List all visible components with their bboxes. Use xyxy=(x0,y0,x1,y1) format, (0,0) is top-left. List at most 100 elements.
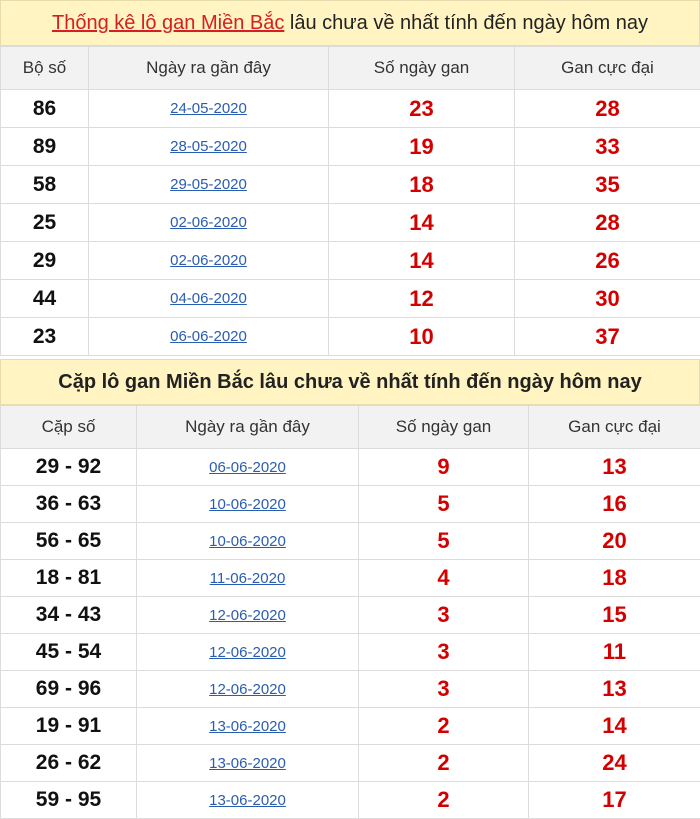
table-row: 23 06-06-2020 1037 xyxy=(1,318,700,356)
table-row: 45 - 5412-06-2020311 xyxy=(1,634,700,671)
header-bo-so: Bộ số xyxy=(1,47,89,90)
table-row: 69 - 9612-06-2020313 xyxy=(1,671,700,708)
days-cell: 4 xyxy=(359,560,529,597)
date-link[interactable]: 10-06-2020 xyxy=(137,523,359,560)
max-cell: 16 xyxy=(529,486,700,523)
table-row: 36 - 63 10-06-2020 516 xyxy=(1,486,700,523)
max-cell: 15 xyxy=(529,597,700,634)
date-link-text[interactable]: 13-06-2020 xyxy=(209,718,286,735)
max-cell: 17 xyxy=(529,782,700,819)
days-cell: 10 xyxy=(329,318,515,356)
number-cell: 25 xyxy=(1,204,89,242)
number-cell: 18 - 81 xyxy=(1,560,137,597)
date-link-text[interactable]: 10-06-2020 xyxy=(209,533,286,550)
date-link-text[interactable]: 29-05-2020 xyxy=(170,176,247,193)
number-cell: 34 - 43 xyxy=(1,597,137,634)
date-link-text[interactable]: 12-06-2020 xyxy=(209,644,286,661)
days-cell: 3 xyxy=(359,597,529,634)
days-cell: 5 xyxy=(359,486,529,523)
section1-title: Thống kê lô gan Miền Bắc lâu chưa về nhấ… xyxy=(0,0,700,46)
date-link-text[interactable]: 12-06-2020 xyxy=(209,681,286,698)
date-link[interactable]: 24-05-2020 xyxy=(89,90,329,128)
section2-title: Cặp lô gan Miền Bắc lâu chưa về nhất tín… xyxy=(0,359,700,405)
table-row: 2502-06-20201428 xyxy=(1,204,700,242)
date-link[interactable]: 12-06-2020 xyxy=(137,671,359,708)
cap-lo-gan-table: Cặp số Ngày ra gần đây Số ngày gan Gan c… xyxy=(0,405,700,819)
number-cell: 23 xyxy=(1,318,89,356)
table-row: 44 04-06-2020 1230 xyxy=(1,280,700,318)
date-link-text[interactable]: 04-06-2020 xyxy=(170,290,247,307)
date-link[interactable]: 13-06-2020 xyxy=(137,745,359,782)
header-ngay-ra: Ngày ra gần đây xyxy=(89,47,329,90)
max-cell: 18 xyxy=(529,560,700,597)
header-ngay-ra-2: Ngày ra gần đây xyxy=(137,406,359,449)
date-link-text[interactable]: 28-05-2020 xyxy=(170,138,247,155)
table-row: 29 - 9206-06-2020913 xyxy=(1,449,700,486)
date-link[interactable]: 13-06-2020 xyxy=(137,782,359,819)
table-row: 86 24-05-2020 2328 xyxy=(1,90,700,128)
number-cell: 19 - 91 xyxy=(1,708,137,745)
max-cell: 28 xyxy=(515,90,700,128)
max-cell: 30 xyxy=(515,280,700,318)
days-cell: 23 xyxy=(329,90,515,128)
days-cell: 14 xyxy=(329,204,515,242)
max-cell: 24 xyxy=(529,745,700,782)
section1-title-link[interactable]: Thống kê lô gan Miền Bắc xyxy=(52,12,284,35)
date-link[interactable]: 06-06-2020 xyxy=(137,449,359,486)
date-link[interactable]: 04-06-2020 xyxy=(89,280,329,318)
number-cell: 59 - 95 xyxy=(1,782,137,819)
date-link[interactable]: 28-05-2020 xyxy=(89,128,329,166)
number-cell: 26 - 62 xyxy=(1,745,137,782)
number-cell: 29 xyxy=(1,242,89,280)
days-cell: 14 xyxy=(329,242,515,280)
date-link[interactable]: 02-06-2020 xyxy=(89,204,329,242)
date-link[interactable]: 02-06-2020 xyxy=(89,242,329,280)
number-cell: 58 xyxy=(1,166,89,204)
section2-title-text: Cặp lô gan Miền Bắc lâu chưa về nhất tín… xyxy=(58,371,641,394)
page: Thống kê lô gan Miền Bắc lâu chưa về nhấ… xyxy=(0,0,700,819)
days-cell: 2 xyxy=(359,745,529,782)
date-link[interactable]: 13-06-2020 xyxy=(137,708,359,745)
date-link-text[interactable]: 24-05-2020 xyxy=(170,100,247,117)
date-link[interactable]: 06-06-2020 xyxy=(89,318,329,356)
max-cell: 20 xyxy=(529,523,700,560)
section1-title-rest: lâu chưa về nhất tính đến ngày hôm nay xyxy=(284,12,648,35)
date-link-text[interactable]: 10-06-2020 xyxy=(209,496,286,513)
number-cell: 36 - 63 xyxy=(1,486,137,523)
date-link-text[interactable]: 02-06-2020 xyxy=(170,214,247,231)
header-gan-cuc-dai-2: Gan cực đại xyxy=(529,406,700,449)
days-cell: 2 xyxy=(359,708,529,745)
days-cell: 12 xyxy=(329,280,515,318)
date-link[interactable]: 12-06-2020 xyxy=(137,597,359,634)
table-row: 18 - 81 11-06-2020 418 xyxy=(1,560,700,597)
date-link-text[interactable]: 13-06-2020 xyxy=(209,755,286,772)
max-cell: 26 xyxy=(515,242,700,280)
date-link-text[interactable]: 13-06-2020 xyxy=(209,792,286,809)
max-cell: 37 xyxy=(515,318,700,356)
date-link-text[interactable]: 02-06-2020 xyxy=(170,252,247,269)
number-cell: 44 xyxy=(1,280,89,318)
number-cell: 56 - 65 xyxy=(1,523,137,560)
max-cell: 13 xyxy=(529,449,700,486)
date-link[interactable]: 11-06-2020 xyxy=(137,560,359,597)
number-cell: 69 - 96 xyxy=(1,671,137,708)
table-row: 8928-05-20201933 xyxy=(1,128,700,166)
days-cell: 5 xyxy=(359,523,529,560)
date-link-text[interactable]: 06-06-2020 xyxy=(170,328,247,345)
date-link[interactable]: 29-05-2020 xyxy=(89,166,329,204)
date-link[interactable]: 10-06-2020 xyxy=(137,486,359,523)
days-cell: 19 xyxy=(329,128,515,166)
table-row: 29 02-06-2020 1426 xyxy=(1,242,700,280)
date-link-text[interactable]: 06-06-2020 xyxy=(209,459,286,476)
date-link-text[interactable]: 12-06-2020 xyxy=(209,607,286,624)
days-cell: 2 xyxy=(359,782,529,819)
number-cell: 29 - 92 xyxy=(1,449,137,486)
days-cell: 3 xyxy=(359,671,529,708)
date-link-text[interactable]: 11-06-2020 xyxy=(210,570,286,587)
table-row: 59 - 95 13-06-2020 217 xyxy=(1,782,700,819)
header-so-ngay-gan-2: Số ngày gan xyxy=(359,406,529,449)
table-row: 19 - 9113-06-2020214 xyxy=(1,708,700,745)
max-cell: 11 xyxy=(529,634,700,671)
date-link[interactable]: 12-06-2020 xyxy=(137,634,359,671)
number-cell: 86 xyxy=(1,90,89,128)
